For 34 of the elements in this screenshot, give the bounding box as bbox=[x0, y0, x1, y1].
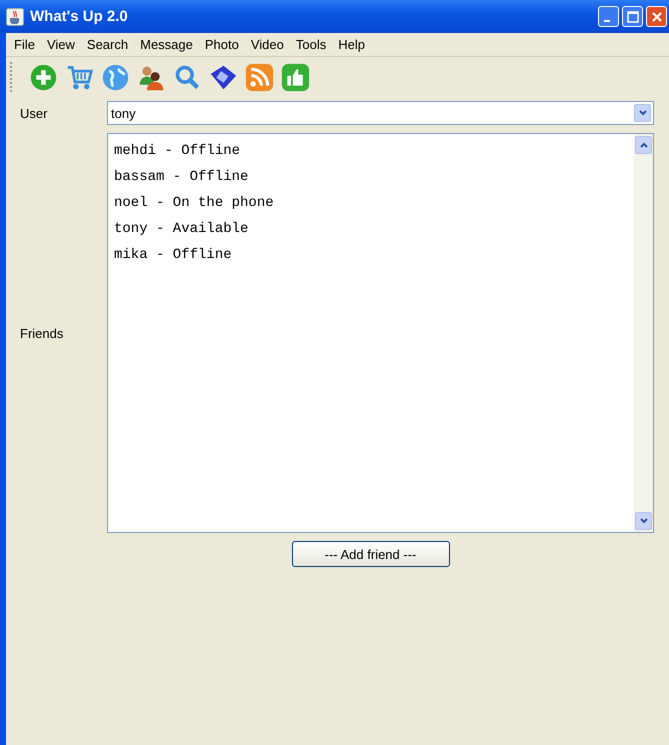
friend-item[interactable]: noel - On the phone bbox=[114, 190, 628, 216]
menu-item[interactable]: Message bbox=[134, 37, 199, 52]
scroll-down-icon[interactable] bbox=[635, 512, 652, 530]
menu-item[interactable]: Tools bbox=[290, 37, 332, 52]
maximize-button[interactable] bbox=[622, 6, 643, 27]
friend-item[interactable]: mehdi - Offline bbox=[114, 138, 628, 164]
search-icon[interactable] bbox=[173, 62, 202, 92]
globe-icon[interactable] bbox=[101, 62, 130, 92]
close-button[interactable] bbox=[646, 6, 667, 27]
minimize-button[interactable] bbox=[598, 6, 619, 27]
menu-item[interactable]: View bbox=[40, 37, 81, 52]
menu-item[interactable]: Search bbox=[80, 37, 134, 52]
menu-item[interactable]: File bbox=[8, 37, 41, 52]
scrollbar[interactable] bbox=[634, 134, 653, 532]
friend-item[interactable]: tony - Available bbox=[114, 216, 628, 242]
scroll-up-icon[interactable] bbox=[635, 136, 652, 154]
minimize-icon bbox=[604, 20, 610, 22]
user-label: User bbox=[19, 106, 48, 120]
close-icon bbox=[650, 10, 662, 22]
friends-label: Friends bbox=[19, 326, 64, 340]
menu-item[interactable]: Photo bbox=[198, 37, 245, 52]
window-title: What's Up 2.0 bbox=[30, 8, 129, 25]
toolbar-grip[interactable] bbox=[10, 62, 14, 92]
menu-item[interactable]: Video bbox=[244, 37, 290, 52]
friend-item[interactable]: mika - Offline bbox=[114, 242, 628, 268]
add-friend-button[interactable]: --- Add friend --- bbox=[292, 541, 450, 567]
thumbs-up-icon[interactable] bbox=[281, 62, 310, 92]
rss-icon[interactable] bbox=[245, 62, 274, 92]
friend-item[interactable]: bassam - Offline bbox=[114, 164, 628, 190]
menu-item[interactable]: Help bbox=[332, 37, 371, 52]
cup-icon bbox=[6, 8, 24, 26]
user-dropdown[interactable]: tony bbox=[107, 101, 654, 125]
add-icon[interactable] bbox=[29, 62, 58, 92]
maximize-icon bbox=[626, 10, 638, 22]
